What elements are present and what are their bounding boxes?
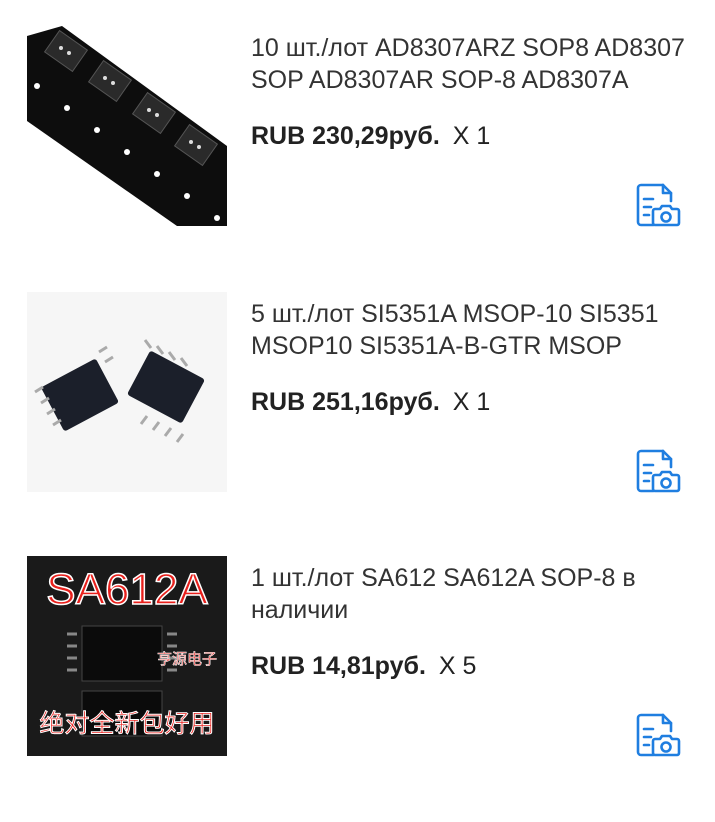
chip-tape-icon (27, 26, 227, 226)
quantity: X 5 (438, 652, 477, 680)
price-line: RUB 251,16руб. X 1 (251, 386, 490, 418)
product-title[interactable]: 1 шт./лот SA612 SA612A SOP-8 в наличии (251, 562, 691, 626)
leave-review-button[interactable] (632, 446, 684, 496)
price: RUB 14,81руб. (251, 652, 426, 680)
product-title[interactable]: 10 шт./лот AD8307ARZ SOP8 AD8307 SOP AD8… (251, 32, 691, 96)
leave-review-button[interactable] (632, 710, 684, 760)
product-title[interactable]: 5 шт./лот SI5351A MSOP-10 SI5351 MSOP10 … (251, 298, 691, 362)
quantity: X 1 (452, 122, 491, 150)
price-line: RUB 230,29руб. X 1 (251, 120, 490, 152)
product-image[interactable] (27, 292, 227, 492)
review-photo-icon (636, 713, 681, 757)
image-heading: SA612A (46, 565, 208, 614)
price: RUB 251,16руб. (251, 388, 440, 416)
price-line: RUB 14,81руб. X 5 (251, 650, 476, 682)
product-image[interactable]: SA612A 亨源电子 绝对全新包好用 (27, 556, 227, 756)
image-caption: 绝对全新包好用 (39, 709, 214, 738)
leave-review-button[interactable] (632, 180, 684, 230)
msop-chips-icon (27, 292, 227, 492)
order-item: SA612A 亨源电子 绝对全新包好用 1 шт./лот SA612 SA61… (0, 530, 715, 762)
review-photo-icon (636, 183, 681, 227)
sa612a-chip-icon: SA612A 亨源电子 绝对全新包好用 (27, 556, 227, 756)
order-item: 5 шт./лот SI5351A MSOP-10 SI5351 MSOP10 … (0, 266, 715, 498)
order-item: 10 шт./лот AD8307ARZ SOP8 AD8307 SOP AD8… (0, 0, 715, 232)
price: RUB 230,29руб. (251, 122, 440, 150)
product-image[interactable] (27, 26, 227, 226)
image-watermark: 亨源电子 (157, 650, 217, 668)
review-photo-icon (636, 449, 681, 493)
quantity: X 1 (452, 388, 491, 416)
